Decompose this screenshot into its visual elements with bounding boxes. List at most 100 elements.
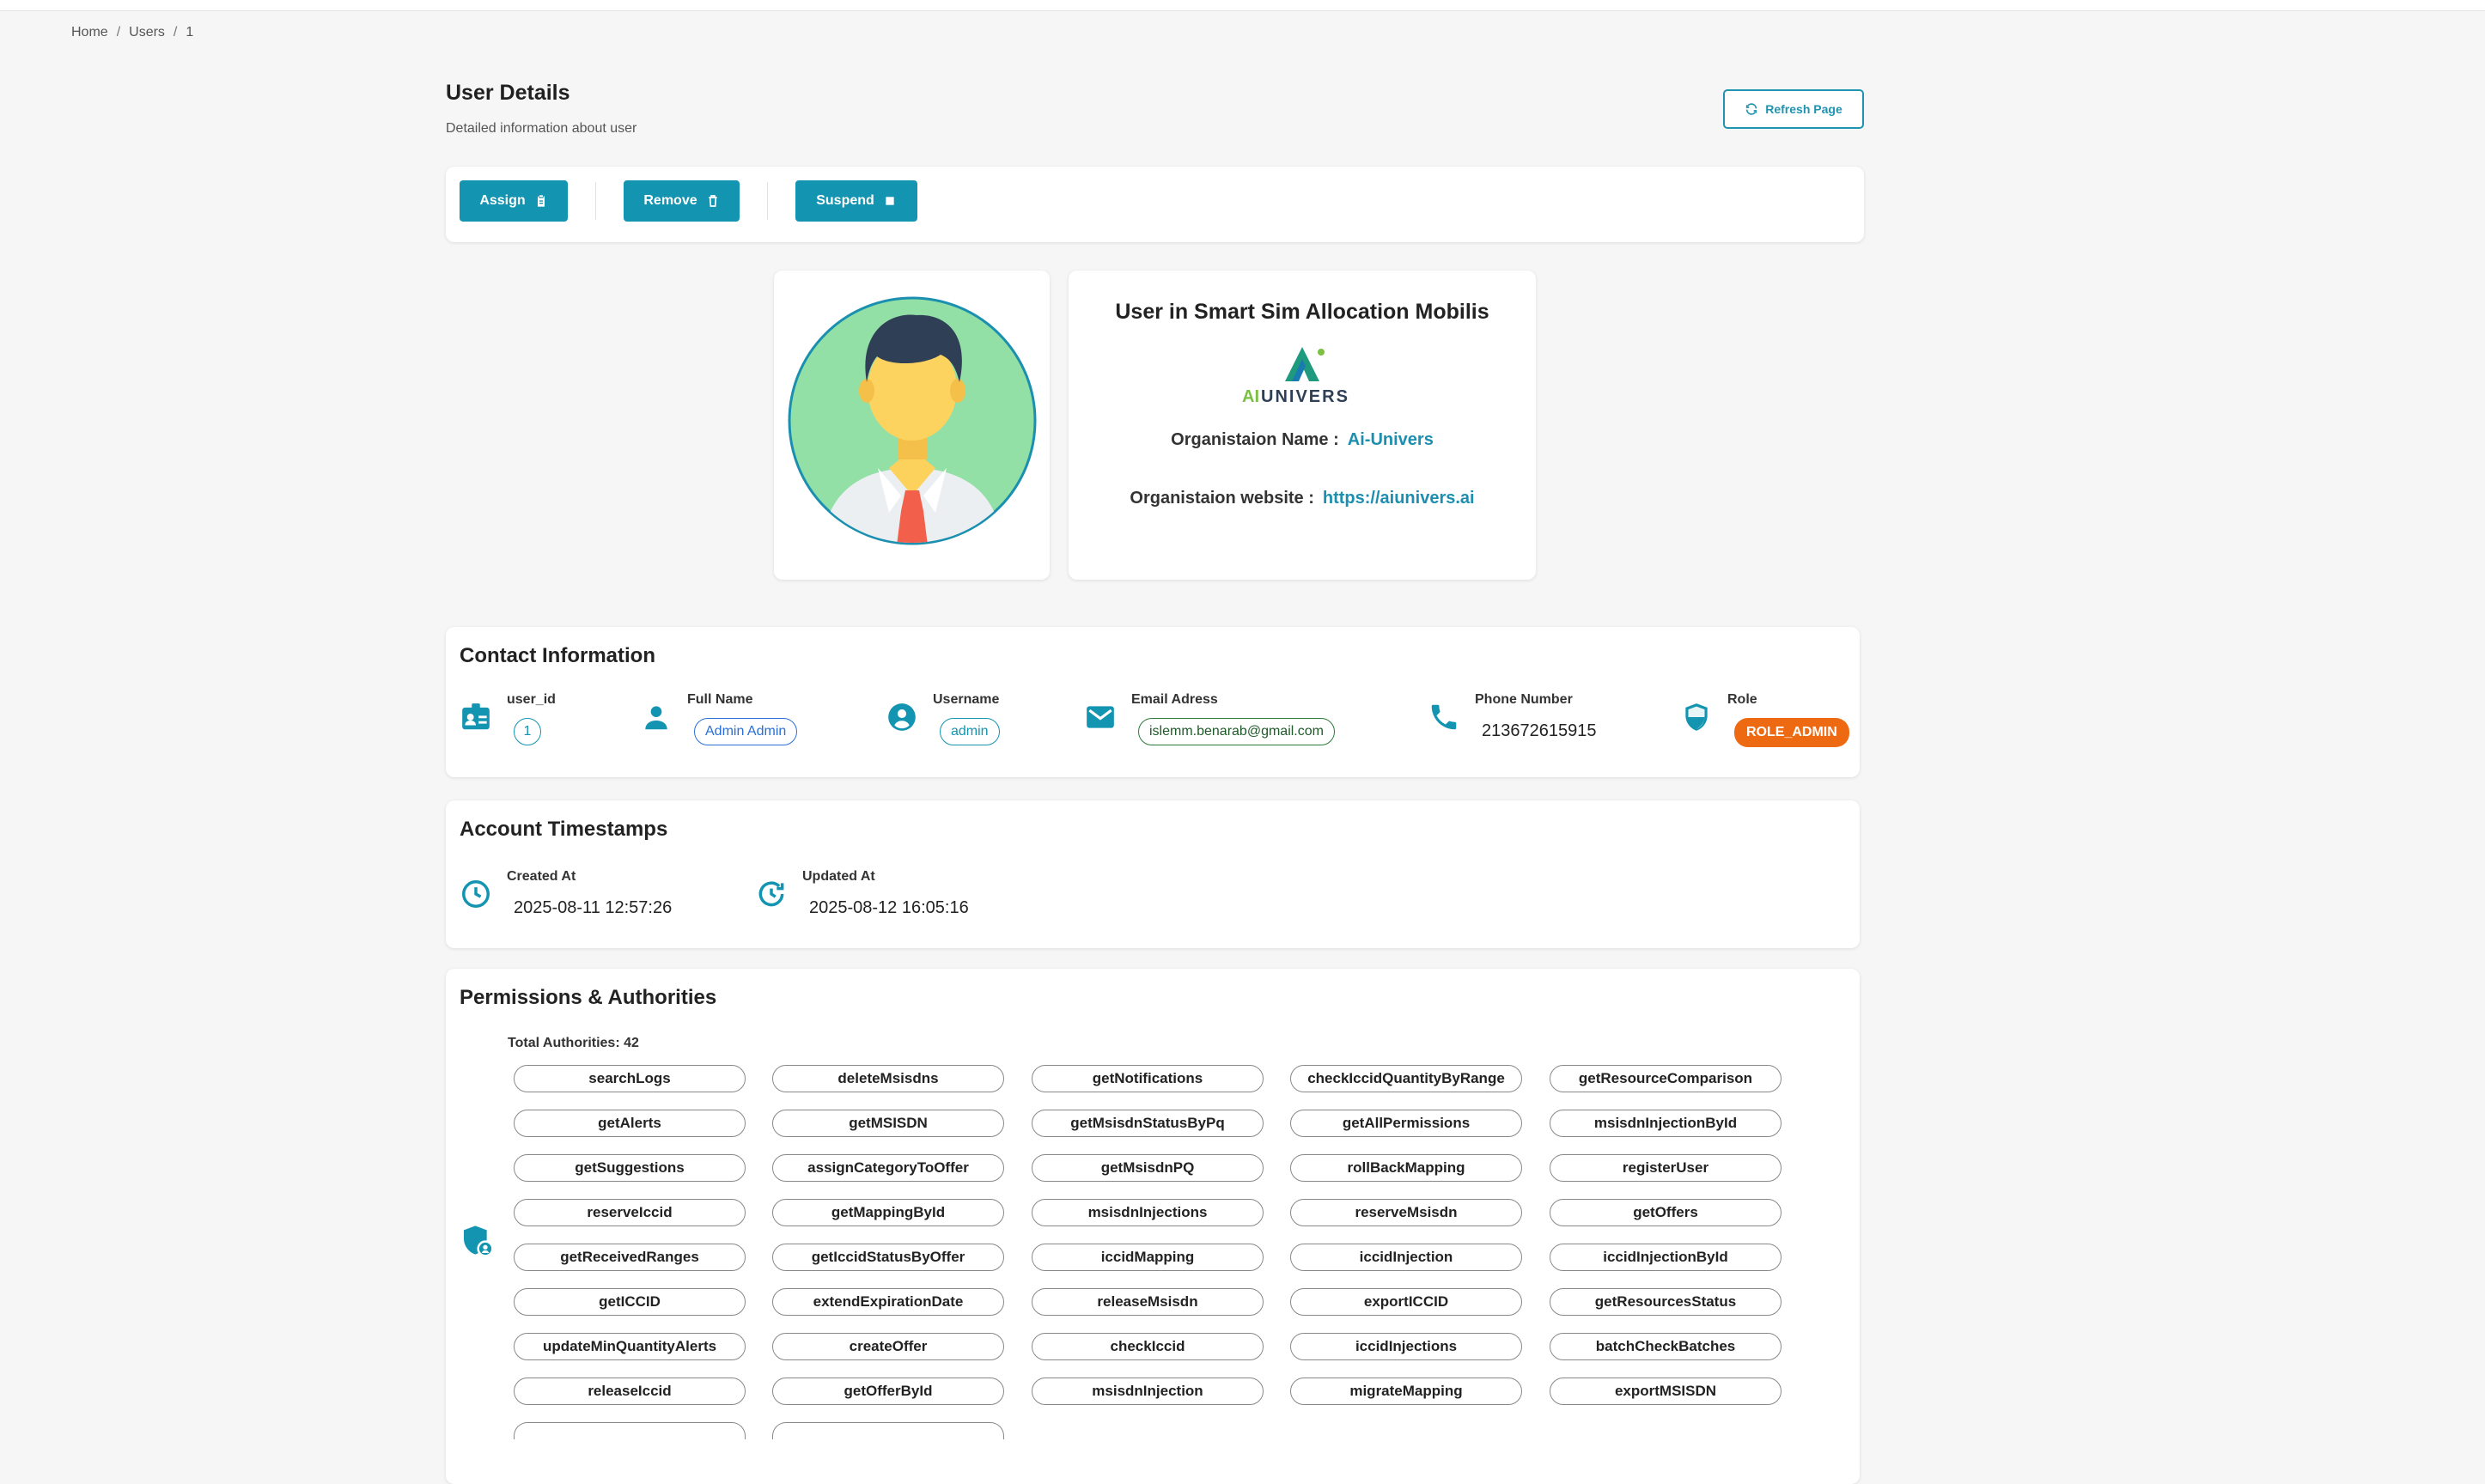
contact-information-title: Contact Information [460, 644, 655, 667]
authority-pill: updateMinQuantityAlerts [514, 1333, 746, 1360]
authority-pill: assignCategoryToOffer [772, 1154, 1004, 1182]
authority-pill-partial [514, 1422, 746, 1439]
mail-icon [1087, 706, 1114, 728]
organization-website-link[interactable]: https://aiunivers.ai [1323, 489, 1475, 508]
authority-pill: iccidMapping [1032, 1244, 1264, 1271]
suspend-label: Suspend [816, 193, 874, 208]
toolbar-divider [595, 182, 596, 220]
authority-pill: getResourceComparison [1550, 1065, 1782, 1092]
authority-pill: getMSISDN [772, 1110, 1004, 1137]
authority-pill: msisdnInjection [1032, 1378, 1264, 1405]
id-card-icon [462, 703, 490, 730]
refresh-page-button[interactable]: Refresh Page [1723, 89, 1864, 129]
authority-pill: getMsisdnStatusByPq [1032, 1110, 1264, 1137]
authority-pill: searchLogs [514, 1065, 746, 1092]
authority-pill: getAlerts [514, 1110, 746, 1137]
authority-pill: checkIccidQuantityByRange [1290, 1065, 1522, 1092]
role-badge: ROLE_ADMIN [1734, 718, 1849, 747]
organization-name-row: Organistaion Name : Ai-Univers [1069, 430, 1536, 450]
authority-pill: extendExpirationDate [772, 1288, 1004, 1316]
role-label: Role [1727, 692, 1757, 707]
authority-pill: getResourcesStatus [1550, 1288, 1782, 1316]
updated-at-value: 2025-08-12 16:05:16 [809, 898, 969, 917]
phone-value: 213672615915 [1482, 721, 1597, 740]
top-bar [0, 0, 2485, 11]
clock-icon [462, 880, 490, 908]
authority-pill: iccidInjection [1290, 1244, 1522, 1271]
account-timestamps-title: Account Timestamps [460, 818, 668, 841]
authority-pill-partial [772, 1422, 1004, 1439]
authority-pill: registerUser [1550, 1154, 1782, 1182]
assign-label: Assign [479, 193, 526, 208]
authority-pill: getMappingById [772, 1199, 1004, 1226]
breadcrumb-users[interactable]: Users [129, 25, 165, 40]
authority-pill: getReceivedRanges [514, 1244, 746, 1271]
toolbar-divider [767, 182, 768, 220]
remove-button[interactable]: Remove [624, 180, 740, 222]
full-name-value: Admin Admin [694, 718, 798, 745]
permissions-title: Permissions & Authorities [460, 986, 717, 1009]
user-id-label: user_id [507, 692, 556, 707]
suspend-button[interactable]: Suspend [795, 180, 917, 222]
clipboard-icon [537, 195, 545, 207]
authority-pill: deleteMsisdns [772, 1065, 1004, 1092]
authority-pill: getAllPermissions [1290, 1110, 1522, 1137]
aiunivers-logo: AI UNIVERS [1242, 347, 1348, 406]
authority-pill: getOffers [1550, 1199, 1782, 1226]
user-id-value: 1 [514, 718, 541, 745]
authority-pill: exportICCID [1290, 1288, 1522, 1316]
authority-pill: releaseIccid [514, 1378, 746, 1405]
breadcrumb-separator: / [173, 25, 178, 40]
page-subtitle: Detailed information about user [446, 121, 637, 136]
assign-button[interactable]: Assign [460, 180, 568, 222]
phone-label: Phone Number [1475, 692, 1573, 707]
refresh-icon [1746, 103, 1757, 115]
phone-icon [1431, 704, 1457, 730]
organization-website-row: Organistaion website : https://aiunivers… [1069, 489, 1536, 508]
organization-name-value: Ai-Univers [1347, 430, 1434, 449]
refresh-page-label: Refresh Page [1765, 102, 1842, 116]
stop-icon [886, 197, 894, 205]
authority-pill: releaseMsisdn [1032, 1288, 1264, 1316]
authority-pill: getSuggestions [514, 1154, 746, 1182]
page-header: User Details Detailed information about … [446, 81, 636, 137]
update-clock-icon [758, 881, 784, 907]
authority-pill: exportMSISDN [1550, 1378, 1782, 1405]
person-icon [645, 706, 667, 730]
username-label: Username [933, 692, 1000, 707]
authority-pill: getNotifications [1032, 1065, 1264, 1092]
remove-label: Remove [643, 193, 697, 208]
email-value: islemm.benarab@gmail.com [1138, 718, 1335, 745]
authority-pill: getIccidStatusByOffer [772, 1244, 1004, 1271]
authority-pill: iccidInjectionById [1550, 1244, 1782, 1271]
created-at-value: 2025-08-11 12:57:26 [514, 898, 673, 917]
authority-pill: reserveMsisdn [1290, 1199, 1522, 1226]
breadcrumb-home[interactable]: Home [71, 25, 108, 40]
authority-pill: msisdnInjections [1032, 1199, 1264, 1226]
breadcrumb-separator: / [116, 25, 121, 40]
authority-pill: iccidInjections [1290, 1333, 1522, 1360]
trash-icon [708, 195, 717, 207]
breadcrumb-current: 1 [186, 25, 194, 40]
page-title: User Details [446, 81, 570, 105]
permissions-card: Permissions & Authorities Total Authorit… [446, 969, 1860, 1484]
username-value: admin [940, 718, 1000, 745]
created-at-label: Created At [507, 869, 576, 884]
authority-pill: migrateMapping [1290, 1378, 1522, 1405]
avatar-card [774, 271, 1050, 580]
contact-information-card: Contact Information user_id 1 Full Name … [446, 627, 1860, 777]
full-name-label: Full Name [687, 692, 753, 707]
account-timestamps-card: Account Timestamps Created At 2025-08-11… [446, 800, 1860, 948]
total-authorities: Total Authorities: 42 [508, 1036, 639, 1050]
shield-icon [1685, 703, 1708, 731]
authority-pill: getMsisdnPQ [1032, 1154, 1264, 1182]
admin-shield-icon [464, 1226, 494, 1257]
organization-name-label: Organistaion Name : [1171, 430, 1339, 449]
authority-pill: batchCheckBatches [1550, 1333, 1782, 1360]
action-toolbar: Assign Remove Suspend [446, 167, 1864, 242]
breadcrumb: Home / Users / 1 [71, 25, 193, 40]
authority-pill: msisdnInjectionById [1550, 1110, 1782, 1137]
organization-website-label: Organistaion website : [1130, 489, 1314, 508]
authority-pill: rollBackMapping [1290, 1154, 1522, 1182]
avatar [788, 296, 1037, 545]
